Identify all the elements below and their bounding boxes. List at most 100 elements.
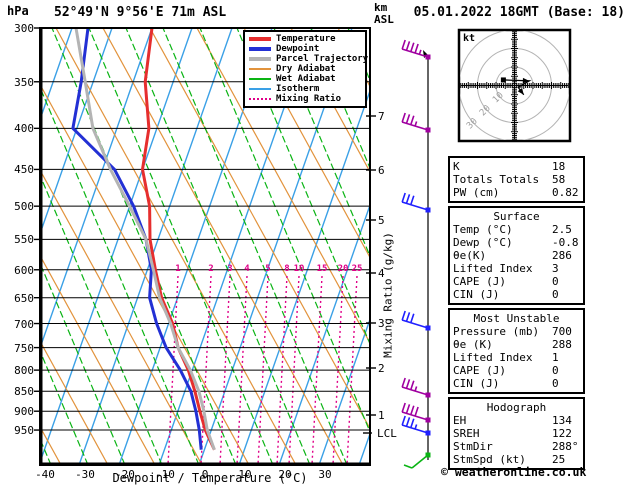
pressure-tick-label: 800 (14, 364, 34, 377)
panel-section: K 18 Totals Totals 58 PW (cm) 0.82 (448, 156, 585, 203)
legend-item: Dewpoint (249, 44, 365, 54)
pressure-tick-label: 750 (14, 342, 34, 355)
pressure-tick-label: 500 (14, 200, 34, 213)
profile-temperature (141, 29, 216, 451)
mixing-ratio-label: 1 (175, 264, 181, 274)
panel-row-value: 286 (552, 249, 572, 262)
panel-row: θe(K) 286 (453, 249, 580, 262)
legend-swatch (249, 54, 273, 64)
legend-label: Dewpoint (276, 44, 320, 54)
panel-row-value: 0 (552, 377, 559, 390)
altitude-tick-label: 7 (378, 110, 385, 123)
pressure-tick-label: 450 (14, 163, 34, 176)
panel-section: Surface Temp (°C) 2.5 Dewp (°C) -0.8 θe(K) 286… (448, 206, 585, 305)
altitude-tick-label: 5 (378, 214, 385, 227)
wet-adiabat-line (41, 176, 163, 464)
pressure-tick-label: 600 (14, 264, 34, 277)
legend-item: Wet Adiabat (249, 74, 365, 84)
isotherm-line (41, 29, 73, 119)
indices-panel: K 18 Totals Totals 58 PW (cm) 0.82 Surface Temp… (448, 156, 585, 473)
panel-section-title: Most Unstable (473, 312, 560, 325)
legend-line-sample (249, 47, 271, 51)
mixing-ratio-label: 10 (293, 264, 305, 274)
panel-row-label: CAPE (J) (453, 364, 506, 377)
panel-row-label: Totals Totals (453, 173, 540, 186)
panel-row-value: 1 (552, 351, 559, 364)
legend-line-sample (249, 37, 271, 41)
legend-line-sample (249, 68, 271, 70)
panel-row-value: 3 (552, 262, 559, 275)
temperature-tick-label: -40 (35, 468, 55, 481)
panel-row: Pressure (mb) 700 (453, 325, 580, 338)
panel-row-label: StmDir (453, 440, 493, 453)
altitude-tick-label: 2 (378, 362, 385, 375)
dry-adiabat-line (41, 256, 156, 464)
legend-label: Wet Adiabat (276, 74, 336, 84)
wind-barb (401, 310, 431, 331)
skewt-sounding-app: hPa 52°49'N 9°56'E 71m ASL km ASL 05.01.… (0, 0, 629, 486)
isotherm-line (41, 29, 193, 462)
panel-section: Hodograph EH 134 SREH 122 StmDir 288° StmSpd (k… (448, 397, 585, 470)
altitude-tick-label: 1 (378, 409, 385, 422)
panel-row: CAPE (J) 0 (453, 364, 580, 377)
mixing-ratio-label: 25 (351, 264, 363, 274)
panel-row-label: Dewp (°C) (453, 236, 513, 249)
panel-row: θe (K) 288 (453, 338, 580, 351)
lcl-label: LCL (377, 427, 397, 440)
panel-row: Temp (°C) 2.5 (453, 223, 580, 236)
panel-row-value: 0 (552, 364, 559, 377)
legend-item: Mixing Ratio (249, 94, 365, 104)
legend-item: Dry Adiabat (249, 64, 365, 74)
legend-item: Parcel Trajectory (249, 54, 369, 64)
legend-swatch (249, 74, 273, 84)
mixing-ratio-axis-caption: Mixing Ratio (g/kg) (381, 232, 395, 358)
panel-row: Totals Totals 58 (453, 173, 580, 186)
panel-row-value: 288° (552, 440, 579, 453)
isotherm-line (41, 29, 113, 233)
panel-row: PW (cm) 0.82 (453, 186, 580, 199)
panel-row-label: Lifted Index (453, 351, 533, 364)
isotherm-line (0, 28, 32, 465)
panel-row: CAPE (J) 0 (453, 275, 580, 288)
panel-row: StmDir 288° (453, 440, 580, 453)
panel-row-label: Pressure (mb) (453, 325, 540, 338)
pressure-tick-label: 350 (14, 76, 34, 89)
panel-row-label: CIN (J) (453, 288, 500, 301)
panel-row-label: Temp (°C) (453, 223, 513, 236)
pressure-tick-label: 950 (14, 424, 34, 437)
panel-row-value: 0.82 (552, 186, 579, 199)
panel-row-value: 122 (552, 427, 572, 440)
wind-barb (401, 112, 431, 133)
pressure-tick-label: 900 (14, 405, 34, 418)
pressure-tick-label: 850 (14, 385, 34, 398)
hodograph-unit-label: kt (463, 33, 476, 44)
panel-row-label: CAPE (J) (453, 275, 506, 288)
panel-row-label: K (453, 160, 460, 173)
pressure-tick-label: 300 (14, 22, 34, 35)
panel-row-value: 0 (552, 275, 559, 288)
legend-label: Isotherm (276, 84, 320, 94)
panel-row-value: 288 (552, 338, 572, 351)
mixing-ratio-label: 15 (316, 264, 328, 274)
legend-swatch (249, 44, 273, 54)
wind-barb (401, 377, 431, 398)
panel-row: CIN (J) 0 (453, 288, 580, 301)
pressure-tick-label: 550 (14, 233, 34, 246)
dry-adiabat-line (0, 28, 14, 465)
panel-row-value: 2.5 (552, 223, 572, 236)
panel-row-label: SREH (453, 427, 480, 440)
mixing-ratio-label: 5 (265, 264, 271, 274)
panel-row: EH 134 (453, 414, 580, 427)
panel-row-value: 18 (552, 160, 566, 173)
legend-swatch (249, 64, 273, 74)
legend-swatch (249, 94, 273, 104)
wet-adiabat-line (41, 439, 52, 464)
legend-label: Parcel Trajectory (276, 54, 369, 64)
legend-box: Temperature Dewpoint Parcel Trajectory Dry … (243, 30, 369, 108)
legend-item: Isotherm (249, 84, 365, 94)
legend-line-sample (249, 98, 271, 100)
altitude-tick-label: 6 (378, 164, 385, 177)
panel-row-label: CIN (J) (453, 377, 500, 390)
legend-label: Mixing Ratio (276, 94, 342, 104)
legend-label: Dry Adiabat (276, 64, 336, 74)
